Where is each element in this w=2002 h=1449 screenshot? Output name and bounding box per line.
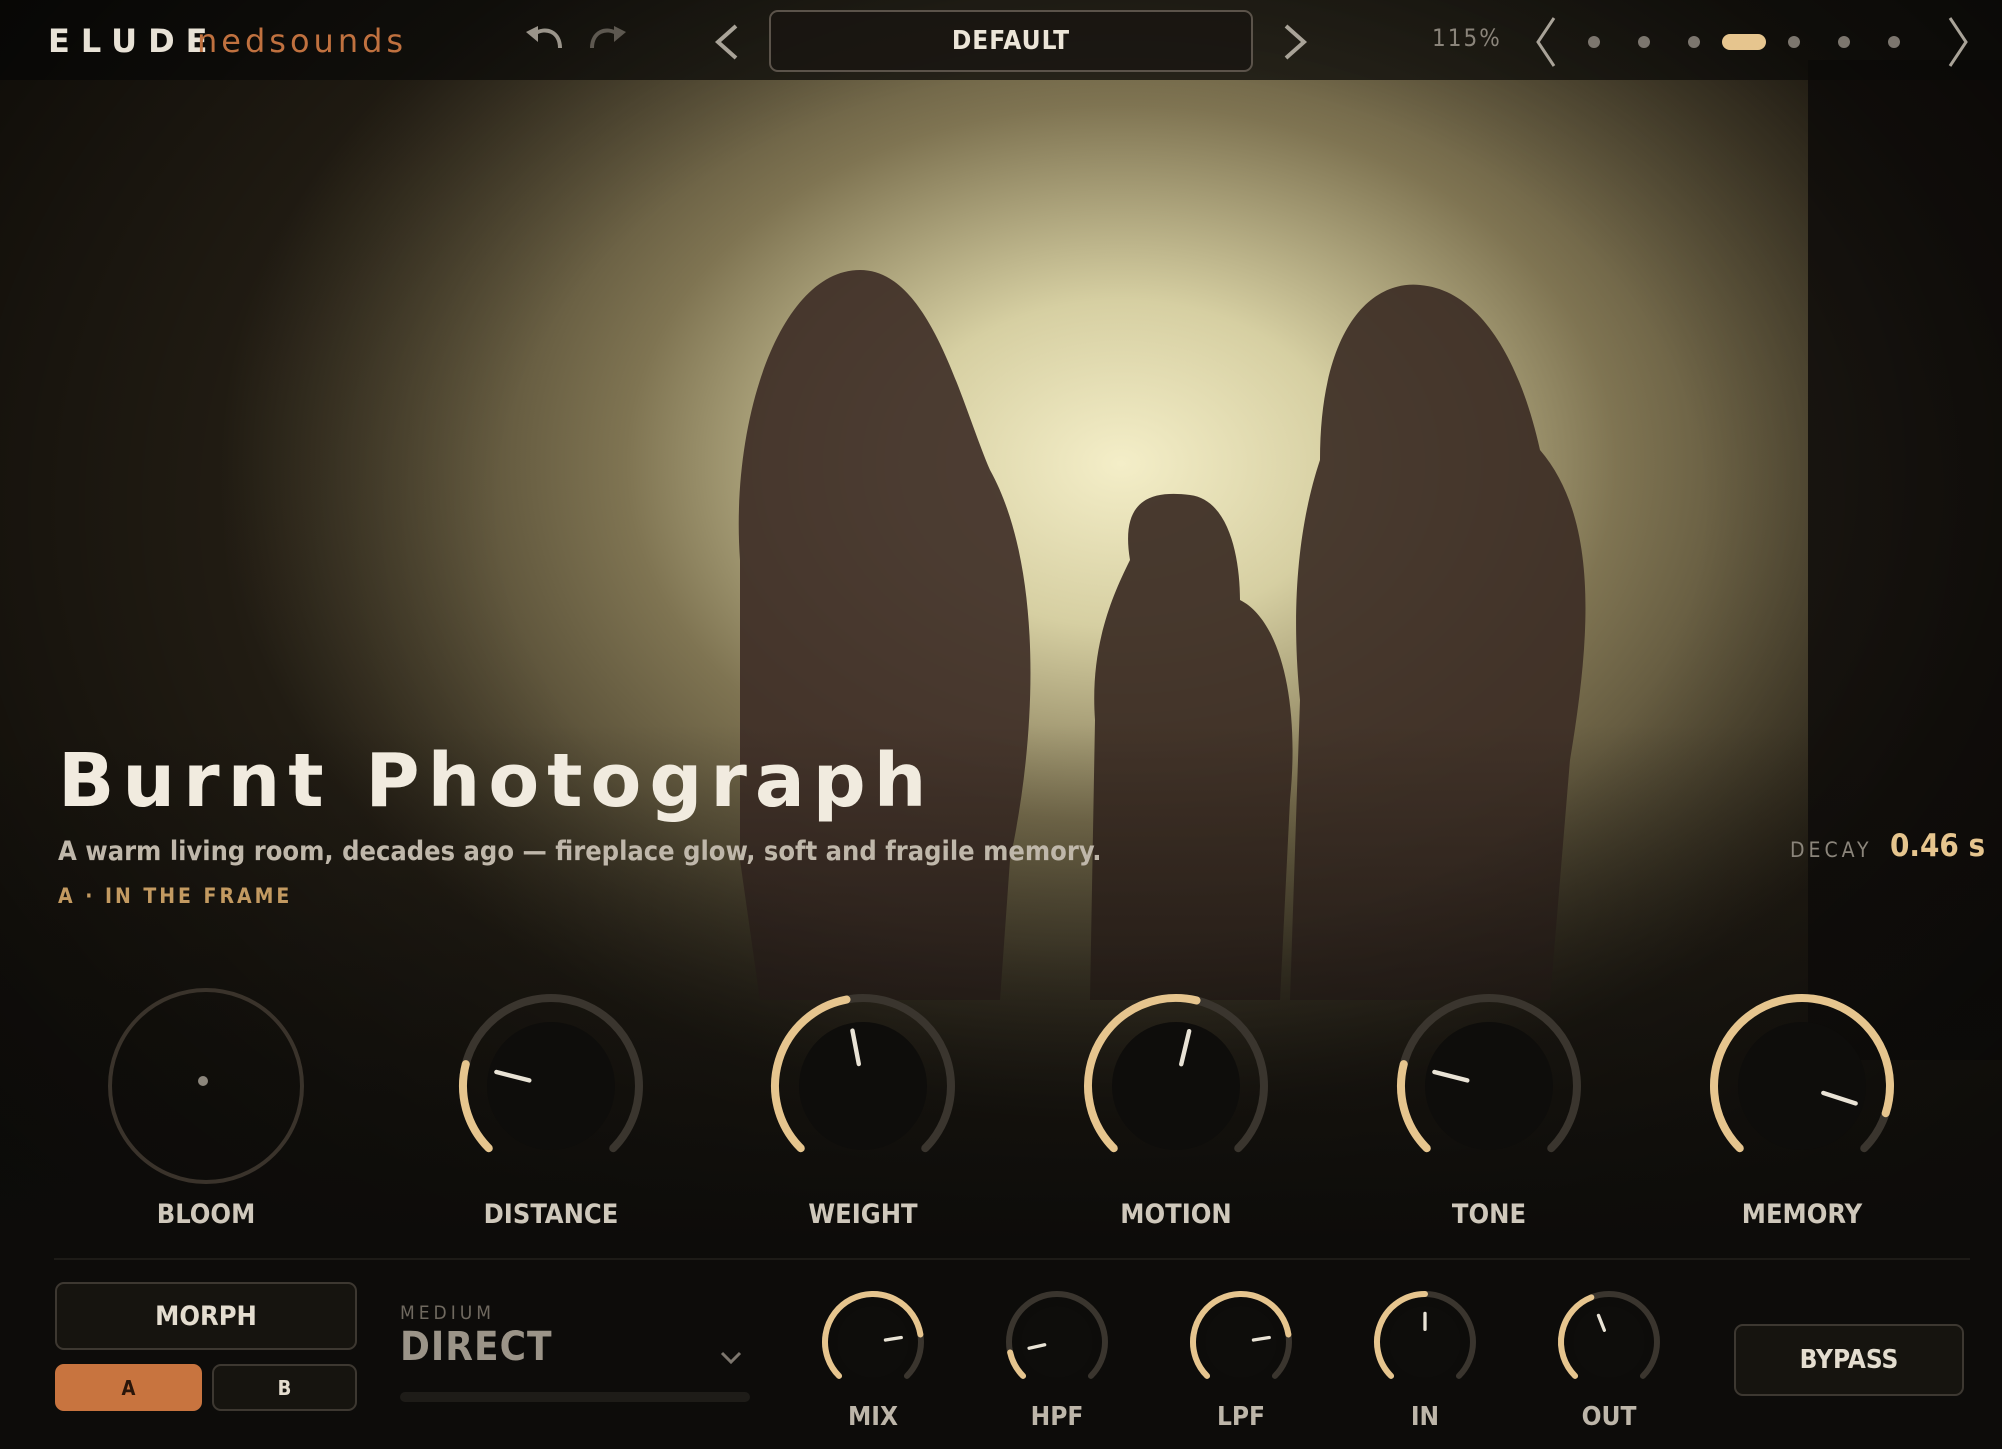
mix-label: MIX (847, 1402, 899, 1432)
distance-knob[interactable] (453, 988, 649, 1184)
page-dot[interactable] (1638, 36, 1650, 48)
chevron-right-icon (1948, 17, 1968, 67)
divider (54, 1258, 1970, 1260)
in-label: IN (1410, 1402, 1440, 1432)
medium-slider[interactable] (400, 1392, 750, 1402)
in-knob[interactable] (1367, 1284, 1483, 1400)
brand-logo: ELUDE (48, 22, 219, 60)
decay-label: DECAY (1790, 838, 1873, 862)
mix-knob-cap (837, 1306, 909, 1378)
preset-name: DEFAULT (951, 26, 1071, 56)
chevron-right-icon (1284, 24, 1308, 60)
out-label: OUT (1581, 1402, 1637, 1432)
out-knob[interactable] (1551, 1284, 1667, 1400)
mix-knob[interactable] (815, 1284, 931, 1400)
page-prev-button[interactable] (1532, 16, 1558, 72)
chevron-left-icon (1536, 17, 1556, 67)
motion-knob-cap (1112, 1022, 1240, 1150)
memory-label: MEMORY (1741, 1199, 1863, 1230)
distance-knob-cap (487, 1022, 615, 1150)
page-dot[interactable] (1588, 36, 1600, 48)
undo-icon[interactable] (522, 22, 566, 69)
bloom-pad-ring (108, 988, 304, 1184)
weight-knob[interactable] (765, 988, 961, 1184)
tone-knob-value-arc (1397, 1060, 1431, 1153)
redo-icon[interactable] (586, 22, 630, 69)
bloom-pad[interactable] (101, 981, 311, 1191)
hpf-knob[interactable] (999, 1284, 1115, 1400)
morph-label: MORPH (155, 1300, 257, 1332)
lpf-label: LPF (1216, 1402, 1266, 1432)
bypass-label: BYPASS (1799, 1345, 1899, 1375)
tone-knob[interactable] (1391, 988, 1587, 1184)
motion-label: MOTION (1120, 1199, 1232, 1230)
hpf-knob-cap (1021, 1306, 1093, 1378)
scene-background (0, 0, 2002, 1449)
morph-a-label: A (121, 1375, 136, 1400)
page-dot[interactable] (1888, 36, 1900, 48)
scene-tag: A · IN THE FRAME (58, 884, 293, 908)
page-dot[interactable] (1838, 36, 1850, 48)
memory-knob[interactable] (1704, 988, 1900, 1184)
distance-label: DISTANCE (483, 1199, 619, 1230)
tone-label: TONE (1451, 1199, 1527, 1230)
memory-knob-cap (1738, 1022, 1866, 1150)
next-preset-button[interactable] (1282, 22, 1310, 66)
zoom-level[interactable]: 115% (1432, 24, 1502, 52)
weight-knob-cap (799, 1022, 927, 1150)
morph-a-button[interactable]: A (55, 1364, 202, 1411)
hpf-knob-value-arc (1007, 1349, 1027, 1379)
morph-b-button[interactable]: B (212, 1364, 357, 1411)
lpf-knob-cap (1205, 1306, 1277, 1378)
page-next-button[interactable] (1946, 16, 1972, 72)
chevron-left-icon (714, 24, 738, 60)
page-dot[interactable] (1788, 36, 1800, 48)
bypass-button[interactable]: BYPASS (1734, 1324, 1964, 1396)
hpf-label: HPF (1030, 1402, 1084, 1432)
medium-dropdown[interactable]: DIRECT (400, 1324, 553, 1370)
bloom-pad-handle[interactable] (198, 1076, 208, 1086)
bloom-label: BLOOM (156, 1199, 256, 1230)
vendor-logo: nedsounds (197, 22, 408, 60)
weight-label: WEIGHT (808, 1199, 918, 1230)
prev-preset-button[interactable] (712, 22, 740, 66)
morph-b-label: B (277, 1375, 292, 1400)
scene-title: Burnt Photograph (58, 738, 935, 824)
morph-button[interactable]: MORPH (55, 1282, 357, 1350)
chevron-down-icon[interactable] (720, 1340, 742, 1373)
decay-value: 0.46 s (1890, 828, 1986, 864)
out-knob-cap (1573, 1306, 1645, 1378)
page-dot[interactable] (1722, 34, 1766, 50)
motion-knob[interactable] (1078, 988, 1274, 1184)
lpf-knob[interactable] (1183, 1284, 1299, 1400)
preset-selector[interactable]: DEFAULT (769, 10, 1253, 72)
page-dot[interactable] (1688, 36, 1700, 48)
tone-knob-cap (1425, 1022, 1553, 1150)
scene-description: A warm living room, decades ago — firepl… (58, 836, 1102, 867)
distance-knob-value-arc (459, 1060, 493, 1153)
medium-label: MEDIUM (400, 1302, 496, 1324)
